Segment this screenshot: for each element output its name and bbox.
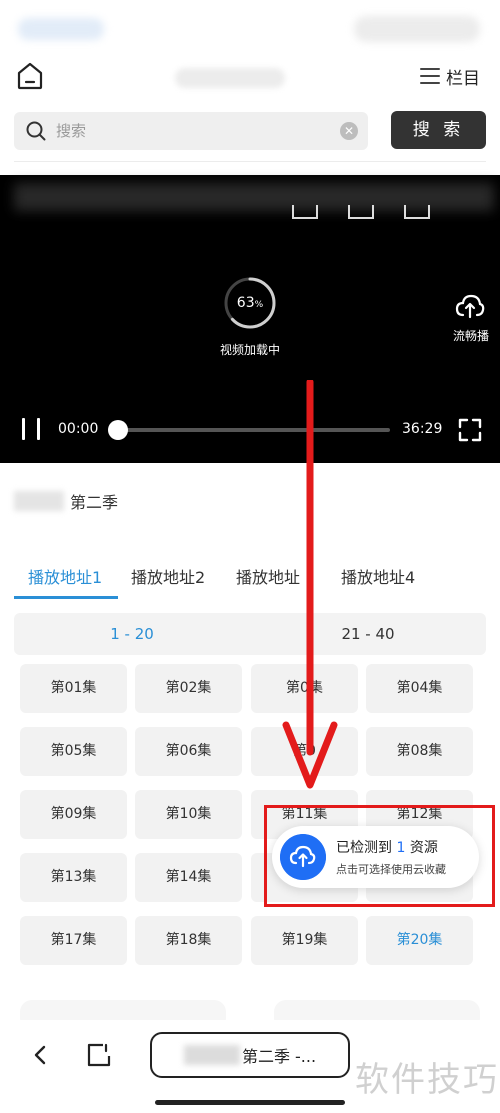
- episode-button[interactable]: 第18集: [135, 916, 242, 965]
- menu-button[interactable]: 栏目: [420, 62, 480, 90]
- episode-button[interactable]: 第05集: [20, 727, 127, 776]
- search-input[interactable]: [56, 112, 336, 150]
- load-percent: 63%: [222, 275, 278, 331]
- episode-button[interactable]: 第20集: [366, 916, 473, 965]
- search-button[interactable]: 搜 索: [391, 111, 486, 149]
- home-indicator: [155, 1100, 345, 1105]
- show-title: 第二季: [14, 489, 118, 513]
- home-icon[interactable]: [14, 60, 46, 92]
- clear-icon[interactable]: ✕: [340, 122, 358, 140]
- url-text: 第二季 -...: [241, 1047, 317, 1066]
- load-percent-sign: %: [254, 300, 264, 310]
- back-icon[interactable]: [30, 1044, 52, 1066]
- episode-button[interactable]: 第04集: [366, 664, 473, 713]
- progress-track[interactable]: [116, 428, 390, 432]
- address-bar[interactable]: 第二季 -...: [150, 1032, 350, 1078]
- episode-button[interactable]: 第09集: [20, 790, 127, 839]
- download-icon[interactable]: [348, 205, 374, 219]
- cloud-upload-icon: [280, 834, 326, 880]
- divider: [14, 161, 486, 162]
- smooth-play-label[interactable]: 流畅播: [446, 327, 496, 344]
- watermark: 软件技巧: [355, 1060, 499, 1100]
- cloud-upload-icon[interactable]: [455, 293, 485, 319]
- season-label: 第二季: [70, 493, 119, 512]
- show-name-blurred: [14, 491, 64, 511]
- bottom-navigation: 第二季 -... 软件技巧: [0, 1020, 500, 1113]
- loading-text: 视频加载中: [219, 343, 280, 357]
- range-tab-1[interactable]: 1 - 20: [14, 613, 250, 655]
- progress-thumb[interactable]: [108, 420, 128, 440]
- resource-detected-toast[interactable]: 已检测到 1 资源 点击可选择使用云收藏: [272, 826, 479, 888]
- episode-button[interactable]: 第13集: [20, 853, 127, 902]
- episode-button[interactable]: 第17集: [20, 916, 127, 965]
- menu-icon: [420, 68, 440, 84]
- episode-button[interactable]: 第19集: [251, 916, 358, 965]
- detect-subtitle: 点击可选择使用云收藏: [336, 863, 446, 876]
- load-percent-value: 63: [236, 295, 255, 311]
- detect-title-suffix: 资源: [405, 840, 438, 856]
- time-current: 00:00: [58, 421, 99, 437]
- tab-underline: [14, 596, 118, 599]
- status-bar-left-blurred: [18, 18, 104, 40]
- episode-button[interactable]: 第02集: [135, 664, 242, 713]
- episode-button[interactable]: 第14集: [135, 853, 242, 902]
- detect-title-prefix: 已检测到: [336, 840, 397, 856]
- annotation-arrow: [282, 380, 338, 789]
- episode-button[interactable]: 第08集: [366, 727, 473, 776]
- time-total: 36:29: [402, 421, 443, 437]
- detect-title: 已检测到 1 资源: [336, 837, 438, 857]
- tab-source-4[interactable]: 播放地址4: [341, 564, 415, 588]
- episode-button[interactable]: 第06集: [135, 727, 242, 776]
- cast-icon[interactable]: [292, 205, 318, 219]
- status-bar: [0, 0, 500, 52]
- tab-source-1[interactable]: 播放地址1: [28, 564, 102, 588]
- menu-label: 栏目: [446, 68, 480, 89]
- pip-icon[interactable]: [404, 205, 430, 219]
- tabs-icon[interactable]: [86, 1042, 112, 1068]
- episode-button[interactable]: 第10集: [135, 790, 242, 839]
- search-box: ✕: [14, 112, 368, 150]
- page-title-blurred: [175, 68, 285, 88]
- range-tabs: 1 - 20 21 - 40: [14, 613, 486, 655]
- video-player[interactable]: 63% 视频加载中 流畅播 00:00 36:29: [0, 175, 500, 463]
- status-bar-right-blurred: [354, 16, 480, 42]
- search-icon: [26, 121, 46, 141]
- url-blurred: [183, 1045, 240, 1065]
- pause-icon[interactable]: [22, 418, 40, 440]
- episode-button[interactable]: 第01集: [20, 664, 127, 713]
- source-tabs: 播放地址1 播放地址2 播放地址 播放地址4: [14, 556, 486, 600]
- tab-source-2[interactable]: 播放地址2: [131, 564, 205, 588]
- fullscreen-icon[interactable]: [458, 418, 482, 442]
- header: 栏目: [0, 52, 500, 102]
